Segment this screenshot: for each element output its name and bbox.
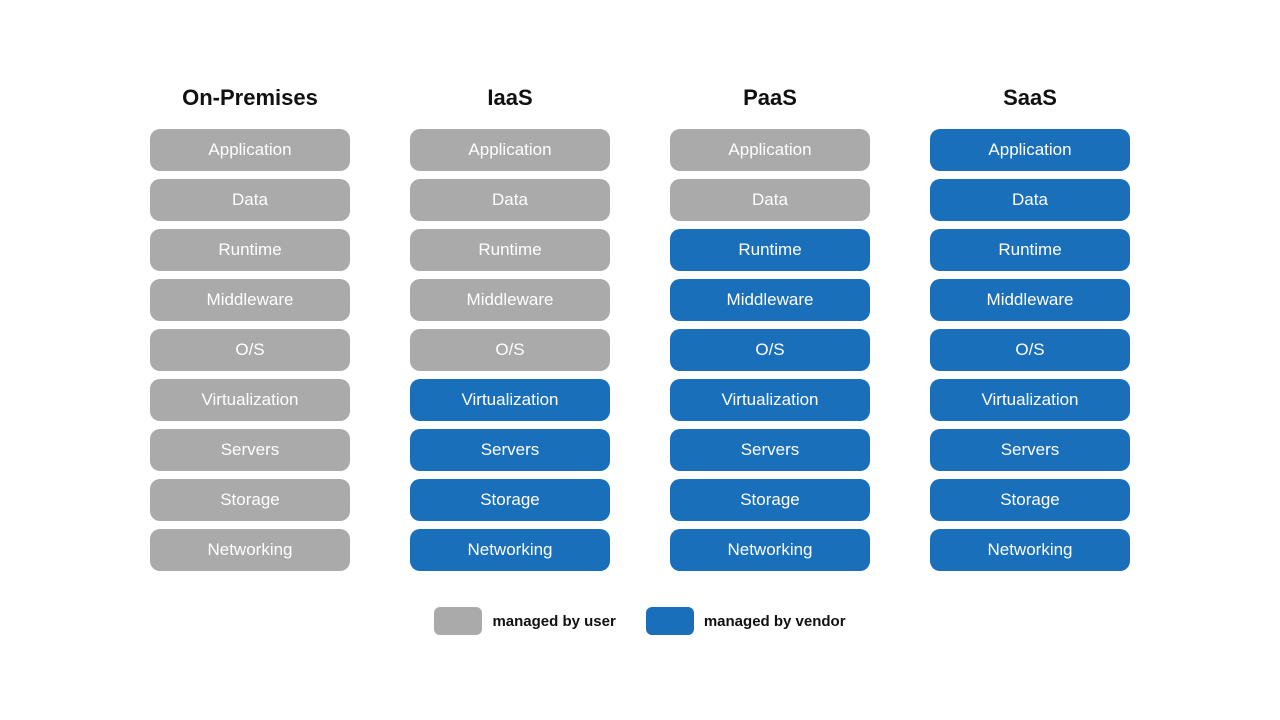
pill-on-premises-4: O/S [150, 329, 350, 371]
pill-saas-0: Application [930, 129, 1130, 171]
pill-on-premises-3: Middleware [150, 279, 350, 321]
pill-on-premises-0: Application [150, 129, 350, 171]
pill-iaas-4: O/S [410, 329, 610, 371]
pill-paas-7: Storage [670, 479, 870, 521]
legend-item-user: managed by user [434, 607, 615, 635]
column-iaas: IaaS Application Data Runtime Middleware O/S V… [400, 85, 620, 579]
column-saas: SaaS Application Data Runtime Middleware O/S V… [920, 85, 1140, 579]
pill-saas-2: Runtime [930, 229, 1130, 271]
column-header-paas: PaaS [743, 85, 797, 111]
column-header-saas: SaaS [1003, 85, 1057, 111]
pill-iaas-2: Runtime [410, 229, 610, 271]
pill-iaas-6: Servers [410, 429, 610, 471]
column-header-iaas: IaaS [487, 85, 532, 111]
pill-iaas-5: Virtualization [410, 379, 610, 421]
pill-saas-5: Virtualization [930, 379, 1130, 421]
columns-wrapper: On-Premises Application Data Runtime Middlew… [40, 85, 1240, 579]
pill-paas-5: Virtualization [670, 379, 870, 421]
pill-paas-0: Application [670, 129, 870, 171]
legend: managed by user managed by vendor [434, 607, 845, 635]
pill-saas-1: Data [930, 179, 1130, 221]
chart-container: On-Premises Application Data Runtime Middlew… [0, 65, 1280, 655]
column-paas: PaaS Application Data Runtime Middleware O/S V… [660, 85, 880, 579]
pill-paas-3: Middleware [670, 279, 870, 321]
pill-paas-1: Data [670, 179, 870, 221]
pill-on-premises-1: Data [150, 179, 350, 221]
pill-on-premises-7: Storage [150, 479, 350, 521]
pill-iaas-0: Application [410, 129, 610, 171]
pill-on-premises-5: Virtualization [150, 379, 350, 421]
pill-on-premises-6: Servers [150, 429, 350, 471]
pill-saas-6: Servers [930, 429, 1130, 471]
pill-iaas-1: Data [410, 179, 610, 221]
column-header-on-premises: On-Premises [182, 85, 318, 111]
pill-iaas-7: Storage [410, 479, 610, 521]
pill-paas-2: Runtime [670, 229, 870, 271]
pill-iaas-8: Networking [410, 529, 610, 571]
pill-on-premises-8: Networking [150, 529, 350, 571]
pill-saas-3: Middleware [930, 279, 1130, 321]
pill-paas-8: Networking [670, 529, 870, 571]
column-on-premises: On-Premises Application Data Runtime Middlew… [140, 85, 360, 579]
legend-box-user [434, 607, 482, 635]
pill-iaas-3: Middleware [410, 279, 610, 321]
legend-label-user: managed by user [492, 613, 615, 630]
legend-label-vendor: managed by vendor [704, 613, 846, 630]
pill-on-premises-2: Runtime [150, 229, 350, 271]
pill-saas-7: Storage [930, 479, 1130, 521]
legend-box-vendor [646, 607, 694, 635]
pill-paas-4: O/S [670, 329, 870, 371]
pill-paas-6: Servers [670, 429, 870, 471]
pill-saas-8: Networking [930, 529, 1130, 571]
pill-saas-4: O/S [930, 329, 1130, 371]
legend-item-vendor: managed by vendor [646, 607, 846, 635]
